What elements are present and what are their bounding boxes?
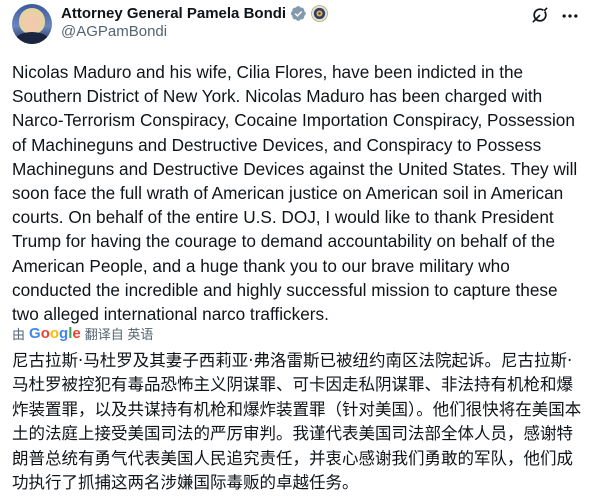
doj-seal-icon[interactable] [311,4,328,22]
more-icon[interactable] [560,6,580,26]
author-name-row: Attorney General Pamela Bondi [61,3,328,23]
translated-from-link[interactable]: 翻译自 英语 [85,324,154,343]
avatar[interactable] [12,4,52,44]
verified-badge-icon[interactable] [290,5,307,22]
google-logo: Google [29,325,81,342]
translated-text: 尼古拉斯·马杜罗及其妻子西莉亚·弗洛雷斯已被纽约南区法院起诉。尼古拉斯·马杜罗被… [12,351,582,493]
translated-by-label: 由 [12,326,26,342]
tweet-text: Nicolas Maduro and his wife, Cilia Flore… [12,62,578,325]
google-logo-letter: o [40,324,50,342]
google-logo-letter: g [59,324,69,342]
google-logo-letter: G [29,324,41,342]
avatar-shoulders [14,32,50,44]
google-logo-letter: e [72,324,81,342]
avatar-face [24,14,40,32]
grok-icon[interactable] [530,5,550,25]
translation-attribution: 由 Google 翻译自 英语 [12,323,153,343]
google-logo-letter: o [49,324,60,342]
author-handle[interactable]: @AGPamBondi [61,23,167,40]
display-name[interactable]: Attorney General Pamela Bondi [61,5,286,22]
